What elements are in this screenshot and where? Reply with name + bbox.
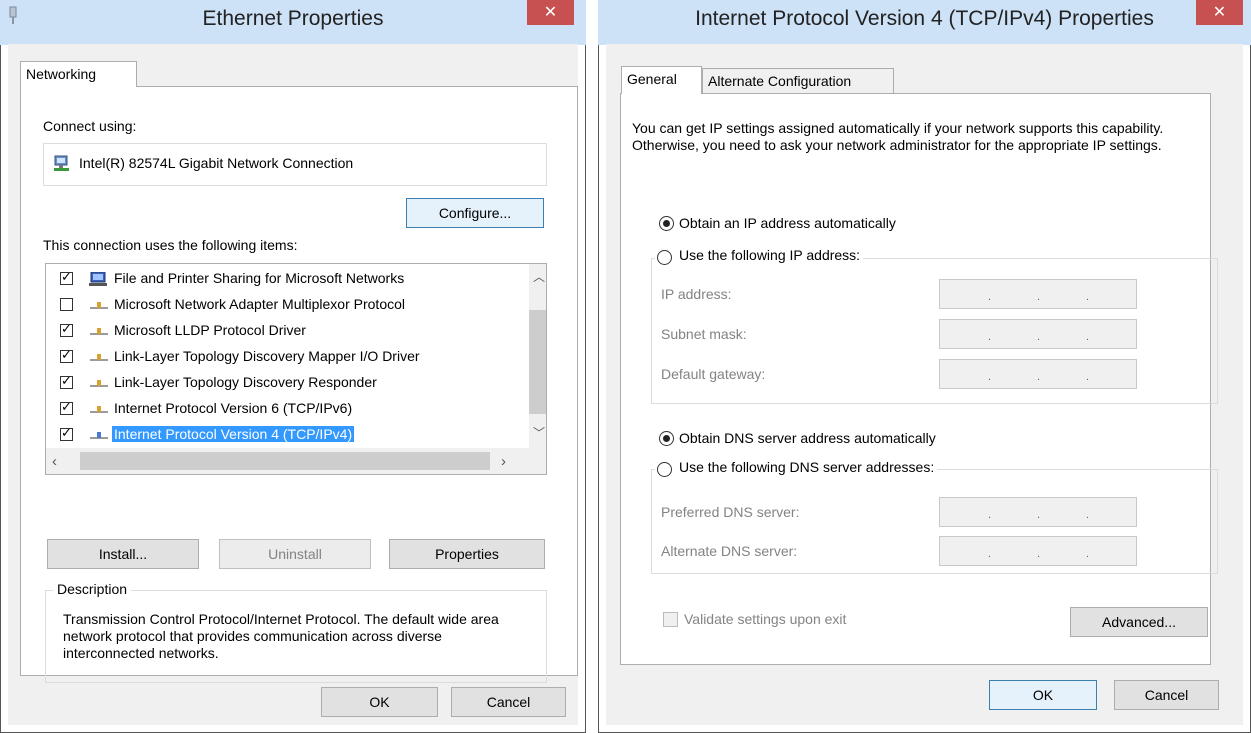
item-checkbox[interactable] xyxy=(60,347,73,363)
item-checkbox[interactable] xyxy=(60,269,73,285)
item-checkbox[interactable] xyxy=(60,373,73,389)
title-bar[interactable]: Ethernet Properties ✕ xyxy=(0,0,586,45)
tab-general[interactable]: General xyxy=(621,66,702,94)
general-tab-panel: You can get IP settings assigned automat… xyxy=(620,93,1218,665)
item-checkbox[interactable] xyxy=(60,298,73,311)
tab-networking[interactable]: Networking xyxy=(20,61,137,87)
cancel-button[interactable]: Cancel xyxy=(451,687,566,717)
scroll-right-icon[interactable]: › xyxy=(501,453,506,470)
alternate-dns-label: Alternate DNS server: xyxy=(661,543,798,559)
list-item[interactable]: Internet Protocol Version 6 (TCP/IPv6) xyxy=(46,396,506,422)
selected-item-text: Internet Protocol Version 4 (TCP/IPv4) xyxy=(112,426,355,442)
scroll-up-icon[interactable]: ︿ xyxy=(533,268,545,285)
dialog-client: General Alternate Configuration You can … xyxy=(606,44,1243,725)
use-following-ip-radio[interactable] xyxy=(657,250,672,265)
close-button[interactable]: ✕ xyxy=(1196,0,1243,25)
list-item[interactable]: Microsoft LLDP Protocol Driver xyxy=(46,318,506,344)
validate-label: Validate settings upon exit xyxy=(684,611,847,627)
protocol-icon xyxy=(90,328,108,335)
adapter-name: Intel(R) 82574L Gigabit Network Connecti… xyxy=(79,155,354,171)
scroll-down-icon[interactable]: ﹀ xyxy=(533,424,545,441)
adapter-box[interactable]: Intel(R) 82574L Gigabit Network Connecti… xyxy=(43,143,547,186)
description-text: Transmission Control Protocol/Internet P… xyxy=(63,611,499,661)
network-adapter-icon xyxy=(54,155,69,171)
use-following-dns-header: Use the following DNS server addresses: xyxy=(655,458,938,480)
protocol-icon xyxy=(90,432,108,439)
obtain-dns-auto-label[interactable]: Obtain DNS server address automatically xyxy=(679,430,936,446)
subnet-mask-label: Subnet mask: xyxy=(661,326,747,342)
networking-tab-panel: Connect using: Intel(R) 82574L Gigabit N… xyxy=(20,86,578,683)
scroll-left-icon[interactable]: ‹ xyxy=(52,453,57,470)
item-label: Link-Layer Topology Discovery Mapper I/O… xyxy=(114,348,420,364)
item-label: Microsoft Network Adapter Multiplexor Pr… xyxy=(114,296,405,312)
default-gateway-label: Default gateway: xyxy=(661,366,766,382)
dialog-client: Networking Connect using: Intel(R) 82574… xyxy=(8,44,578,725)
list-item[interactable]: Microsoft Network Adapter Multiplexor Pr… xyxy=(46,292,506,318)
obtain-ip-auto-radio[interactable] xyxy=(659,216,674,231)
item-label: Internet Protocol Version 4 (TCP/IPv4) xyxy=(112,426,355,442)
item-checkbox[interactable] xyxy=(60,425,73,441)
obtain-ip-auto-label[interactable]: Obtain an IP address automatically xyxy=(679,215,896,231)
list-item-selected[interactable]: Internet Protocol Version 4 (TCP/IPv4) xyxy=(46,422,506,448)
cancel-button[interactable]: Cancel xyxy=(1114,680,1219,710)
advanced-button[interactable]: Advanced... xyxy=(1070,607,1208,637)
items-list[interactable]: File and Printer Sharing for Microsoft N… xyxy=(45,263,547,475)
scrollbar-thumb[interactable] xyxy=(80,452,490,470)
ip-address-field[interactable]: ... xyxy=(939,279,1137,309)
ip-address-label: IP address: xyxy=(661,286,732,302)
ipv4-properties-window: Internet Protocol Version 4 (TCP/IPv4) P… xyxy=(598,0,1251,733)
protocol-icon xyxy=(90,302,108,309)
item-checkbox[interactable] xyxy=(60,321,73,337)
use-following-ip-label[interactable]: Use the following IP address: xyxy=(679,247,860,263)
obtain-dns-auto-radio[interactable] xyxy=(659,431,674,446)
window-title: Ethernet Properties xyxy=(202,7,384,30)
subnet-mask-field[interactable]: ... xyxy=(939,319,1137,349)
close-button[interactable]: ✕ xyxy=(527,0,574,25)
title-bar[interactable]: Internet Protocol Version 4 (TCP/IPv4) P… xyxy=(598,0,1251,45)
protocol-icon xyxy=(90,380,108,387)
use-following-ip-header: Use the following IP address: xyxy=(655,246,864,268)
use-following-dns-label[interactable]: Use the following DNS server addresses: xyxy=(679,459,934,475)
item-label: File and Printer Sharing for Microsoft N… xyxy=(114,270,405,286)
ok-button[interactable]: OK xyxy=(989,680,1097,710)
items-label: This connection uses the following items… xyxy=(43,237,298,253)
connect-using-label: Connect using: xyxy=(43,118,137,134)
uninstall-button[interactable]: Uninstall xyxy=(219,539,371,569)
alternate-dns-field[interactable]: ... xyxy=(939,536,1137,566)
ethernet-properties-window: Ethernet Properties ✕ Networking Connect… xyxy=(0,0,586,733)
use-following-dns-radio[interactable] xyxy=(657,462,672,477)
validate-checkbox[interactable] xyxy=(663,612,678,627)
horizontal-scrollbar[interactable]: ‹ › xyxy=(46,448,546,474)
item-label: Link-Layer Topology Discovery Responder xyxy=(114,374,377,390)
window-title: Internet Protocol Version 4 (TCP/IPv4) P… xyxy=(695,7,1154,30)
item-checkbox[interactable] xyxy=(60,399,73,415)
network-computer-icon xyxy=(89,272,107,286)
preferred-dns-field[interactable]: ... xyxy=(939,497,1137,527)
list-item[interactable]: Link-Layer Topology Discovery Mapper I/O… xyxy=(46,344,506,370)
properties-button[interactable]: Properties xyxy=(389,539,545,569)
description-title: Description xyxy=(53,581,132,597)
vertical-scrollbar[interactable]: ︿ ﹀ xyxy=(529,264,546,448)
configure-button[interactable]: Configure... xyxy=(406,198,544,228)
item-label: Internet Protocol Version 6 (TCP/IPv6) xyxy=(114,400,353,416)
list-item[interactable]: Link-Layer Topology Discovery Responder xyxy=(46,370,506,396)
intro-text: You can get IP settings assigned automat… xyxy=(632,120,1164,153)
install-button[interactable]: Install... xyxy=(47,539,199,569)
protocol-icon xyxy=(90,406,108,413)
default-gateway-field[interactable]: ... xyxy=(939,359,1137,389)
protocol-icon xyxy=(90,354,108,361)
tab-alternate-configuration[interactable]: Alternate Configuration xyxy=(702,68,894,94)
scrollbar-thumb[interactable] xyxy=(529,310,546,414)
item-label: Microsoft LLDP Protocol Driver xyxy=(114,322,306,338)
preferred-dns-label: Preferred DNS server: xyxy=(661,504,800,520)
list-item[interactable]: File and Printer Sharing for Microsoft N… xyxy=(46,266,506,292)
ok-button[interactable]: OK xyxy=(321,687,438,717)
